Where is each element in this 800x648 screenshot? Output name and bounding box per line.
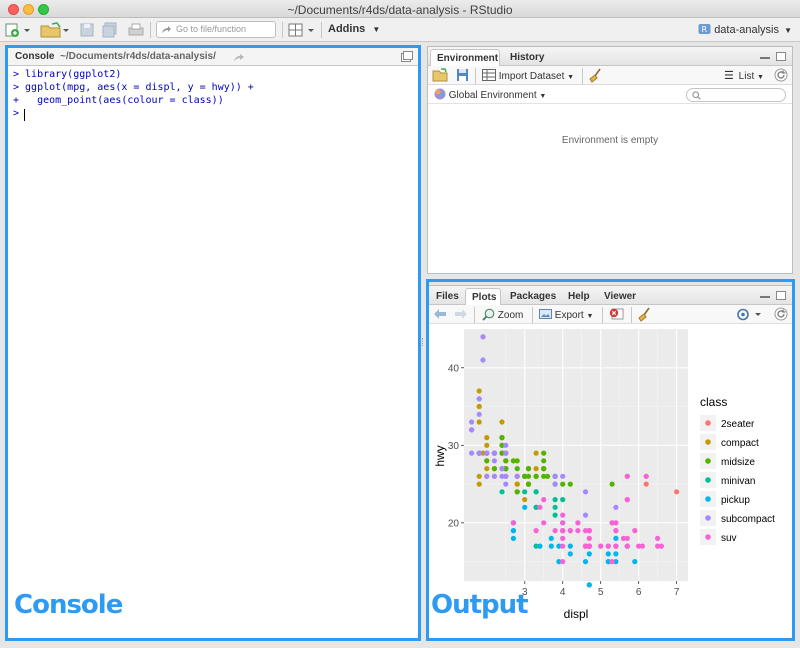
list-view-label: List bbox=[738, 71, 755, 82]
arrow-right-icon bbox=[162, 26, 171, 33]
table-icon bbox=[482, 69, 496, 81]
save-icon[interactable] bbox=[80, 22, 94, 38]
list-view-menu[interactable]: ☰ List ▼ bbox=[724, 69, 764, 82]
addins-menu[interactable]: Addins ▼ bbox=[328, 23, 380, 35]
toolbar-separator bbox=[150, 22, 151, 38]
project-label: data-analysis bbox=[714, 24, 780, 36]
environment-scope-bar: Global Environment ▼ bbox=[428, 85, 792, 104]
import-dataset-button[interactable]: Import Dataset ▼ bbox=[482, 69, 574, 82]
r-logo-icon bbox=[434, 88, 446, 100]
goto-placeholder: Go to file/function bbox=[176, 24, 247, 34]
output-overlay-label: Output bbox=[431, 590, 529, 620]
save-all-icon[interactable] bbox=[102, 22, 118, 38]
new-file-icon[interactable] bbox=[4, 22, 32, 38]
pane-layout-icon[interactable] bbox=[287, 22, 317, 38]
scope-label: Global Environment bbox=[448, 90, 537, 101]
console-highlight-frame bbox=[5, 45, 421, 641]
toolbar-separator bbox=[321, 22, 322, 38]
addins-label: Addins bbox=[328, 23, 366, 35]
svg-text:R: R bbox=[702, 25, 708, 34]
chevron-down-icon: ▼ bbox=[372, 25, 381, 34]
refresh-icon[interactable] bbox=[774, 68, 788, 82]
minimize-pane-icon[interactable] bbox=[760, 57, 770, 59]
import-dataset-label: Import Dataset bbox=[498, 71, 565, 82]
environment-empty-message: Environment is empty bbox=[561, 135, 659, 146]
goto-file-input[interactable]: Go to file/function bbox=[156, 21, 276, 38]
r-project-icon: R bbox=[698, 24, 711, 34]
window-title: ~/Documents/r4ds/data-analysis - RStudio bbox=[287, 3, 513, 17]
toolbar-separator bbox=[582, 68, 583, 84]
environment-tabbar: Environment History bbox=[428, 47, 792, 66]
chevron-down-icon: ▼ bbox=[567, 74, 575, 81]
environment-toolbar: Import Dataset ▼ ☰ List ▼ bbox=[428, 66, 792, 85]
search-icon bbox=[692, 91, 701, 100]
list-icon: ☰ bbox=[724, 70, 734, 82]
output-highlight-frame bbox=[426, 279, 795, 641]
toolbar-separator bbox=[475, 68, 476, 84]
print-icon[interactable] bbox=[128, 22, 144, 38]
tab-environment[interactable]: Environment bbox=[430, 49, 500, 66]
chevron-down-icon: ▼ bbox=[539, 93, 547, 100]
scope-menu[interactable]: Global Environment ▼ bbox=[434, 88, 546, 101]
chevron-down-icon: ▼ bbox=[784, 26, 792, 35]
pane-splitter[interactable] bbox=[422, 338, 424, 346]
environment-pane: Environment History Import Dataset ▼ ☰ L… bbox=[427, 46, 793, 274]
save-workspace-icon[interactable] bbox=[456, 68, 469, 82]
main-toolbar: Go to file/function Addins ▼ R data-anal… bbox=[0, 18, 800, 42]
environment-search-input[interactable] bbox=[686, 88, 786, 102]
open-project-icon[interactable] bbox=[40, 22, 70, 38]
chevron-down-icon: ▼ bbox=[757, 74, 764, 81]
load-workspace-icon[interactable] bbox=[432, 68, 448, 82]
broom-icon[interactable] bbox=[588, 68, 603, 83]
console-overlay-label: Console bbox=[14, 590, 123, 620]
tab-history[interactable]: History bbox=[504, 49, 554, 66]
toolbar-separator bbox=[282, 22, 283, 38]
window-titlebar: ~/Documents/r4ds/data-analysis - RStudio bbox=[0, 0, 800, 18]
project-menu[interactable]: R data-analysis ▼ bbox=[698, 22, 792, 36]
maximize-pane-icon[interactable] bbox=[776, 52, 786, 61]
